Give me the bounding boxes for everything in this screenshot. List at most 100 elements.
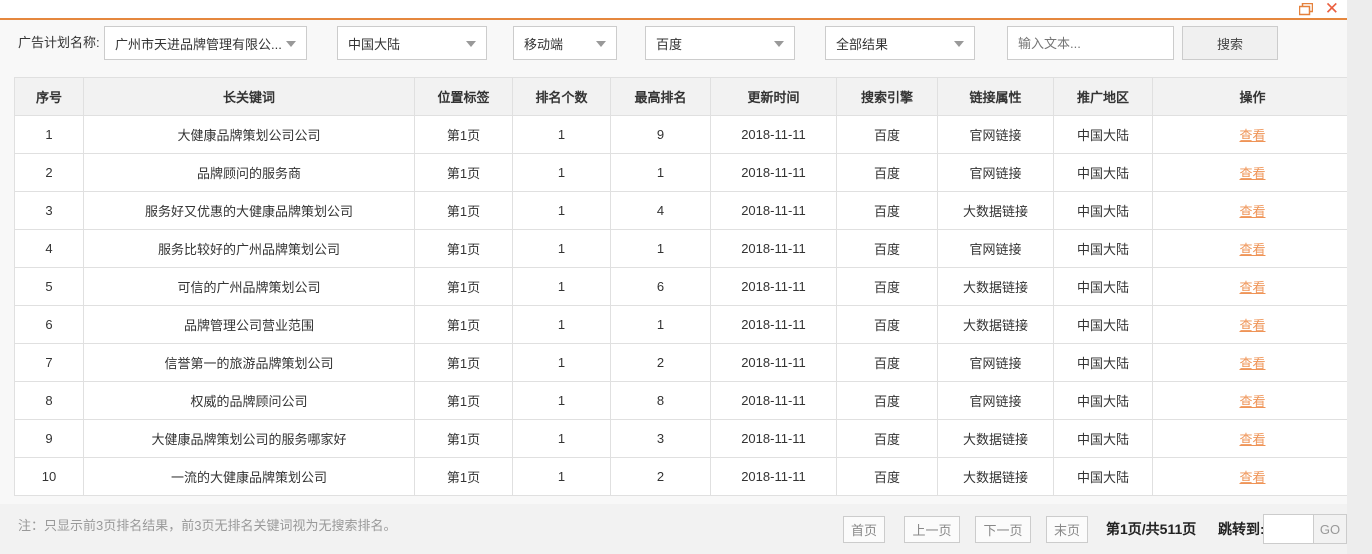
cell-rank-count: 1 (512, 191, 611, 230)
cell-region: 中国大陆 (1053, 191, 1153, 230)
campaign-select[interactable]: 广州市天进品牌管理有限公... (104, 26, 307, 60)
chevron-down-icon (466, 41, 476, 47)
cell-page-label: 第1页 (414, 305, 513, 344)
pagination-first-button[interactable]: 首页 (843, 516, 885, 543)
view-link[interactable]: 查看 (1239, 204, 1265, 219)
cell-rank-count: 1 (512, 115, 611, 154)
table-row: 3 服务好又优惠的大健康品牌策划公司 第1页 1 4 2018-11-11 百度 大数据链接中… (14, 191, 1353, 230)
cell-link-type: 大数据链接 (937, 191, 1054, 230)
cell-rank-count: 1 (512, 229, 611, 268)
go-button[interactable]: GO (1313, 515, 1346, 543)
cell-link-type: 大数据链接 (937, 457, 1054, 496)
cell-best-rank: 3 (610, 419, 711, 458)
column-header: 推广地区 (1053, 77, 1153, 116)
table-row: 4 服务比较好的广州品牌策划公司 第1页 1 1 2018-11-11 百度 官网链接 中国大陆… (14, 229, 1353, 268)
chevron-down-icon (286, 41, 296, 47)
cell-link-type: 官网链接 (937, 343, 1054, 382)
cell-region: 中国大陆 (1053, 229, 1153, 268)
table-row: 1 大健康品牌策划公司公司 第1页 1 9 2018-11-11 百度 官网链接 中国大陆 查看 (14, 115, 1353, 154)
cell-search-engine: 百度 (836, 419, 938, 458)
cell-keyword: 品牌管理公司营业范围 (83, 305, 415, 344)
cell-search-engine: 百度 (836, 191, 938, 230)
cell-rank-count: 1 (512, 457, 611, 496)
view-link[interactable]: 查看 (1239, 242, 1265, 257)
cell-page-label: 第1页 (414, 419, 513, 458)
cell-update-time: 2018-11-11 (710, 381, 837, 420)
cell-best-rank: 1 (610, 229, 711, 268)
cell-best-rank: 6 (610, 267, 711, 306)
column-header: 长关键词 (83, 77, 415, 116)
chevron-down-icon (596, 41, 606, 47)
region-select[interactable]: 中国大陆 (337, 26, 487, 60)
filter-bar: 广告计划名称: 广州市天进品牌管理有限公... 中国大陆 移动端 百度 全部结果… (0, 26, 1347, 60)
view-link[interactable]: 查看 (1239, 318, 1265, 333)
cell-index: 4 (14, 229, 84, 268)
column-header: 搜索引擎 (836, 77, 938, 116)
jump-page-input[interactable] (1264, 515, 1313, 543)
cell-index: 6 (14, 305, 84, 344)
cell-rank-count: 1 (512, 343, 611, 382)
view-link[interactable]: 查看 (1239, 356, 1265, 371)
engine-select[interactable]: 百度 (645, 26, 795, 60)
cell-update-time: 2018-11-11 (710, 457, 837, 496)
view-link[interactable]: 查看 (1239, 128, 1265, 143)
cell-action: 查看 (1152, 229, 1353, 268)
cell-update-time: 2018-11-11 (710, 229, 837, 268)
result-scope-select-value: 全部结果 (836, 36, 889, 52)
column-header: 链接属性 (937, 77, 1054, 116)
page-info: 第1页/共511页 (1106, 521, 1197, 537)
cell-best-rank: 8 (610, 381, 711, 420)
column-header: 序号 (14, 77, 84, 116)
pagination-last-button[interactable]: 末页 (1046, 516, 1088, 543)
cell-index: 5 (14, 267, 84, 306)
cell-search-engine: 百度 (836, 343, 938, 382)
cell-action: 查看 (1152, 381, 1353, 420)
cell-index: 1 (14, 115, 84, 154)
cell-update-time: 2018-11-11 (710, 343, 837, 382)
cell-update-time: 2018-11-11 (710, 115, 837, 154)
cell-keyword: 大健康品牌策划公司公司 (83, 115, 415, 154)
view-link[interactable]: 查看 (1239, 394, 1265, 409)
cell-keyword: 可信的广州品牌策划公司 (83, 267, 415, 306)
cell-index: 7 (14, 343, 84, 382)
cell-index: 8 (14, 381, 84, 420)
titlebar (0, 0, 1347, 18)
cell-page-label: 第1页 (414, 115, 513, 154)
app-window: ✕ 广告计划名称: 广州市天进品牌管理有限公... 中国大陆 移动端 百度 全部… (0, 0, 1353, 554)
cell-best-rank: 2 (610, 457, 711, 496)
cell-action: 查看 (1152, 419, 1353, 458)
cell-action: 查看 (1152, 153, 1353, 192)
footer-bar: 注：只显示前3页排名结果，前3页无排名关键词视为无搜索排名。 首页 上一页 下一… (0, 504, 1347, 554)
cell-search-engine: 百度 (836, 153, 938, 192)
cell-keyword: 服务比较好的广州品牌策划公司 (83, 229, 415, 268)
close-icon[interactable]: ✕ (1325, 0, 1339, 17)
accent-divider (0, 18, 1347, 20)
table-header-row: 序号 长关键词 位置标签 排名个数 最高排名 更新时间 搜索引擎 链接属性 推广地区 操作 (14, 77, 1353, 116)
cell-action: 查看 (1152, 191, 1353, 230)
search-button[interactable]: 搜索 (1182, 26, 1278, 60)
result-scope-select[interactable]: 全部结果 (825, 26, 975, 60)
cell-best-rank: 4 (610, 191, 711, 230)
table-row: 8 权威的品牌顾问公司 第1页 1 8 2018-11-11 百度 官网链接 中国大陆 查看 (14, 381, 1353, 420)
view-link[interactable]: 查看 (1239, 470, 1265, 485)
cell-keyword: 一流的大健康品牌策划公司 (83, 457, 415, 496)
cell-search-engine: 百度 (836, 305, 938, 344)
view-link[interactable]: 查看 (1239, 280, 1265, 295)
cell-page-label: 第1页 (414, 457, 513, 496)
pagination-prev-button[interactable]: 上一页 (904, 516, 960, 543)
search-input[interactable] (1007, 26, 1174, 60)
column-header: 位置标签 (414, 77, 513, 116)
view-link[interactable]: 查看 (1239, 432, 1265, 447)
cell-index: 9 (14, 419, 84, 458)
cell-link-type: 官网链接 (937, 381, 1054, 420)
pagination-next-button[interactable]: 下一页 (975, 516, 1031, 543)
cell-region: 中国大陆 (1053, 305, 1153, 344)
cell-page-label: 第1页 (414, 153, 513, 192)
campaign-select-value: 广州市天进品牌管理有限公... (115, 36, 282, 52)
table-row: 10 一流的大健康品牌策划公司 第1页 1 2 2018-11-11 百度 大数据链接 中国大陆… (14, 457, 1353, 496)
device-select[interactable]: 移动端 (513, 26, 617, 60)
restore-window-icon[interactable] (1298, 2, 1313, 16)
cell-page-label: 第1页 (414, 191, 513, 230)
cell-best-rank: 1 (610, 153, 711, 192)
view-link[interactable]: 查看 (1239, 166, 1265, 181)
